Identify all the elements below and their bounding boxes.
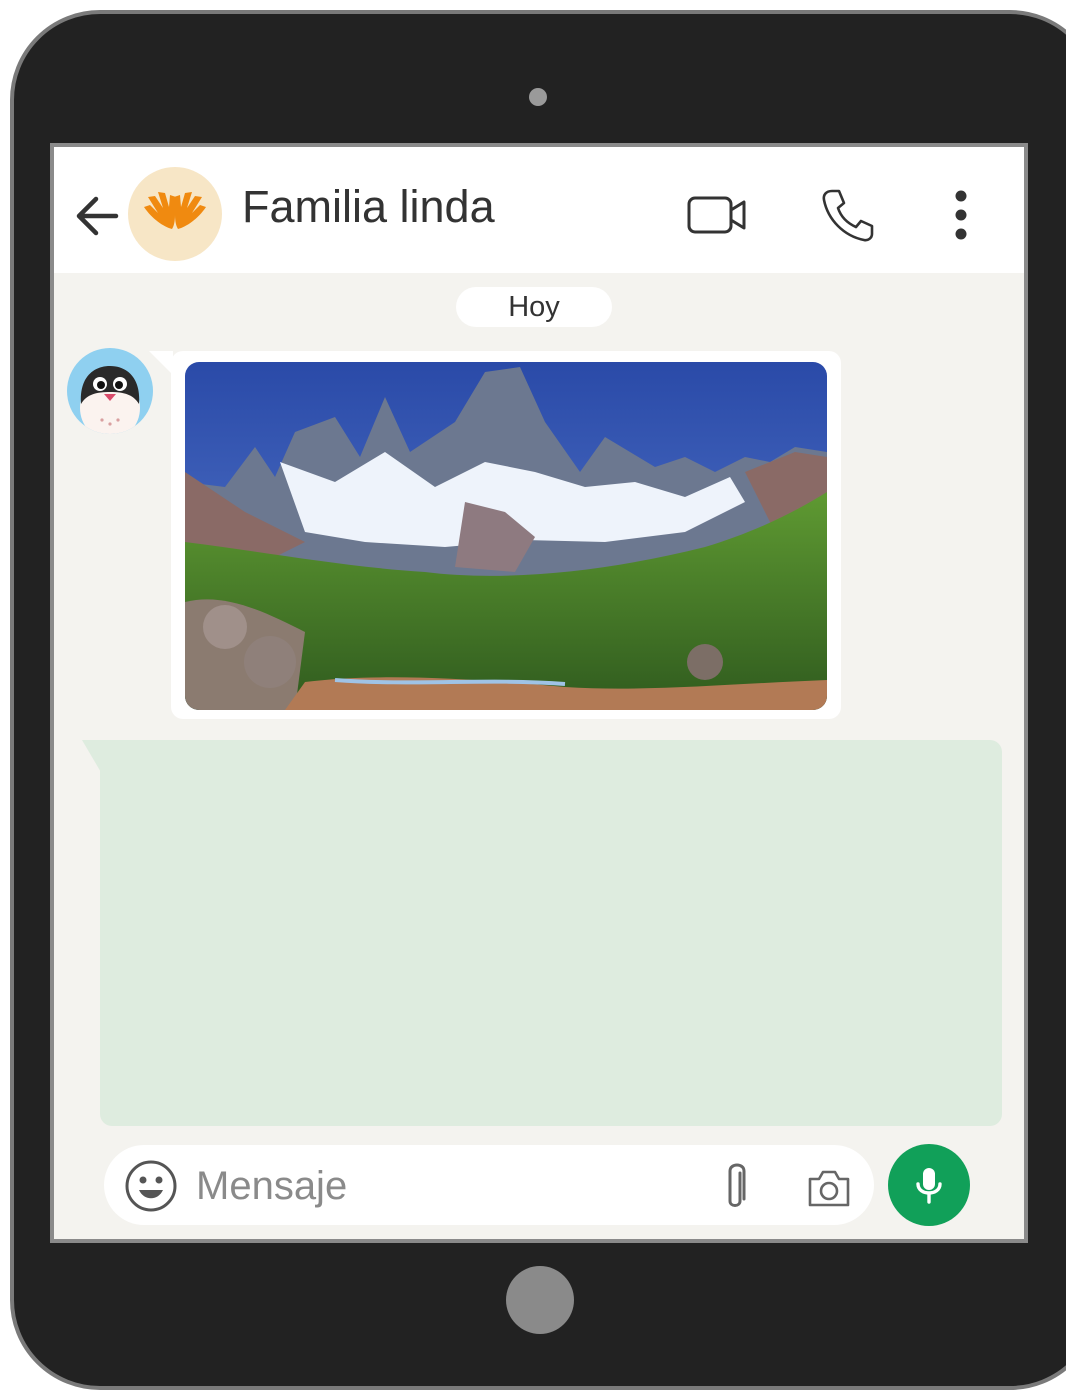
microphone-icon: [916, 1168, 942, 1204]
back-button[interactable]: [72, 191, 122, 241]
camera-icon: [808, 1170, 850, 1207]
message-input[interactable]: [194, 1159, 618, 1213]
camera-button[interactable]: [806, 1167, 852, 1209]
arrow-left-icon: [76, 196, 119, 236]
shared-photo[interactable]: [185, 362, 827, 710]
mountain-landscape-image: [185, 362, 827, 710]
front-camera: [529, 88, 547, 106]
attach-button[interactable]: [718, 1159, 752, 1215]
message-composer: [104, 1145, 874, 1225]
chat-screen: Familia linda Hoy: [50, 143, 1028, 1243]
paperclip-icon: [728, 1163, 746, 1207]
voice-call-button[interactable]: [820, 187, 876, 243]
video-call-button[interactable]: [686, 193, 750, 237]
sender-avatar[interactable]: [67, 348, 153, 434]
more-options-button[interactable]: [944, 187, 978, 243]
outgoing-bubble-tail: [82, 740, 102, 774]
date-separator: Hoy: [456, 287, 612, 327]
phone-icon: [822, 189, 874, 242]
more-vertical-icon: [955, 190, 967, 240]
penguin-avatar-icon: [80, 366, 140, 434]
chat-header: Familia linda: [54, 147, 1024, 273]
outgoing-message-bubble: [100, 740, 1002, 1126]
video-camera-icon: [687, 196, 746, 234]
group-avatar[interactable]: [128, 167, 222, 261]
voice-message-button[interactable]: [888, 1144, 970, 1226]
bubble-tail: [149, 351, 173, 375]
home-button[interactable]: [506, 1266, 574, 1334]
emoji-button[interactable]: [124, 1159, 178, 1213]
hands-logo-icon: [144, 192, 206, 229]
smiley-icon: [125, 1160, 177, 1212]
chat-title[interactable]: Familia linda: [242, 181, 495, 233]
